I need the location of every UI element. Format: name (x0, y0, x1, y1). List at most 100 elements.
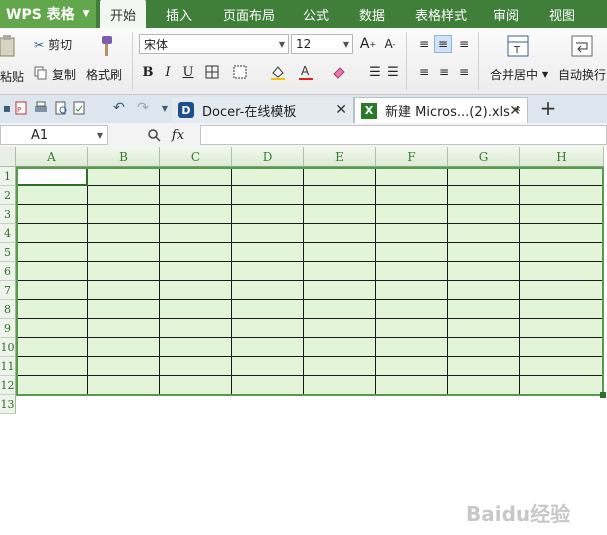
bold-button[interactable]: B (139, 63, 157, 81)
app-menu-button[interactable]: WPS 表格 ▼ (0, 0, 96, 28)
row-header-4[interactable]: 4 (0, 224, 16, 243)
cell-c1[interactable] (160, 167, 232, 186)
fx-icon[interactable]: fx (170, 127, 186, 143)
cell-d9[interactable] (232, 319, 304, 338)
cell-h6[interactable] (520, 262, 604, 281)
cell-g7[interactable] (448, 281, 520, 300)
cell-f1[interactable] (376, 167, 448, 186)
merge-center-button[interactable]: 合并居中 ▼ (490, 66, 548, 83)
paste-button-label[interactable]: 粘贴 (0, 68, 24, 85)
column-header-b[interactable]: B (88, 147, 160, 167)
cell-f9[interactable] (376, 319, 448, 338)
row-header-5[interactable]: 5 (0, 243, 16, 262)
tab-review[interactable]: 审阅 (484, 0, 528, 28)
cell-g9[interactable] (448, 319, 520, 338)
format-painter-icon[interactable] (94, 34, 116, 58)
cell-e1[interactable] (304, 167, 376, 186)
cell-g3[interactable] (448, 205, 520, 224)
cell-f10[interactable] (376, 338, 448, 357)
copy-button[interactable]: 复制 (34, 66, 76, 83)
cell-c11[interactable] (160, 357, 232, 376)
cell-d12[interactable] (232, 376, 304, 395)
cell-h1[interactable] (520, 167, 604, 186)
cell-c5[interactable] (160, 243, 232, 262)
doc-tab-docer[interactable]: D Docer-在线模板 ✕ (172, 97, 354, 123)
select-all-corner[interactable] (0, 147, 16, 167)
tab-view[interactable]: 视图 (540, 0, 584, 28)
cell-g12[interactable] (448, 376, 520, 395)
cell-a11[interactable] (16, 357, 88, 376)
cell-a1[interactable] (16, 167, 88, 186)
row-header-3[interactable]: 3 (0, 205, 16, 224)
align-top-icon[interactable]: ≡ (416, 36, 432, 52)
cell-e12[interactable] (304, 376, 376, 395)
cell-b4[interactable] (88, 224, 160, 243)
cell-b3[interactable] (88, 205, 160, 224)
cell-g10[interactable] (448, 338, 520, 357)
cell-g5[interactable] (448, 243, 520, 262)
font-color-icon[interactable]: A (297, 63, 315, 81)
cell-h12[interactable] (520, 376, 604, 395)
clear-format-icon[interactable] (329, 63, 347, 81)
cell-b9[interactable] (88, 319, 160, 338)
cell-e9[interactable] (304, 319, 376, 338)
cell-d4[interactable] (232, 224, 304, 243)
column-header-c[interactable]: C (160, 147, 232, 167)
row-header-7[interactable]: 7 (0, 281, 16, 300)
cell-c3[interactable] (160, 205, 232, 224)
cell-a7[interactable] (16, 281, 88, 300)
underline-button[interactable]: U (179, 63, 197, 81)
cell-h11[interactable] (520, 357, 604, 376)
cell-f11[interactable] (376, 357, 448, 376)
cell-f2[interactable] (376, 186, 448, 205)
row-header-13[interactable]: 13 (0, 395, 16, 414)
column-header-h[interactable]: H (520, 147, 604, 167)
tab-table-style[interactable]: 表格样式 (408, 0, 474, 28)
cell-g11[interactable] (448, 357, 520, 376)
cell-h9[interactable] (520, 319, 604, 338)
cell-c9[interactable] (160, 319, 232, 338)
close-icon[interactable]: ✕ (509, 103, 521, 119)
cell-c8[interactable] (160, 300, 232, 319)
cell-e7[interactable] (304, 281, 376, 300)
cell-d6[interactable] (232, 262, 304, 281)
cell-a9[interactable] (16, 319, 88, 338)
cell-a3[interactable] (16, 205, 88, 224)
decrease-font-icon[interactable]: A- (382, 36, 398, 52)
cell-a12[interactable] (16, 376, 88, 395)
cell-e2[interactable] (304, 186, 376, 205)
cell-e10[interactable] (304, 338, 376, 357)
cell-b10[interactable] (88, 338, 160, 357)
zoom-search-icon[interactable] (146, 127, 162, 143)
cell-h2[interactable] (520, 186, 604, 205)
cell-f4[interactable] (376, 224, 448, 243)
tab-home[interactable]: 开始 (100, 0, 146, 28)
increase-indent-icon[interactable]: ☰ (384, 63, 402, 81)
spellcheck-icon[interactable] (72, 101, 86, 115)
cell-f5[interactable] (376, 243, 448, 262)
export-pdf-icon[interactable]: P (14, 101, 28, 115)
cell-g1[interactable] (448, 167, 520, 186)
cut-button[interactable]: ✂ 剪切 (34, 36, 72, 53)
tab-page-layout[interactable]: 页面布局 (214, 0, 284, 28)
font-size-select[interactable]: 12 ▼ (291, 34, 353, 54)
paste-icon[interactable] (0, 34, 16, 58)
undo-icon[interactable]: ↶ (112, 100, 126, 116)
cell-d1[interactable] (232, 167, 304, 186)
fill-color-icon[interactable] (269, 63, 287, 81)
column-header-a[interactable]: A (16, 147, 88, 167)
formula-input[interactable] (200, 125, 607, 145)
fill-handle[interactable] (600, 392, 606, 398)
cell-b6[interactable] (88, 262, 160, 281)
cell-a5[interactable] (16, 243, 88, 262)
column-header-e[interactable]: E (304, 147, 376, 167)
cell-d7[interactable] (232, 281, 304, 300)
wrap-text-icon[interactable] (570, 34, 594, 58)
cell-f8[interactable] (376, 300, 448, 319)
cell-a2[interactable] (16, 186, 88, 205)
cell-f3[interactable] (376, 205, 448, 224)
cell-g6[interactable] (448, 262, 520, 281)
cell-a8[interactable] (16, 300, 88, 319)
cell-b8[interactable] (88, 300, 160, 319)
redo-icon[interactable]: ↷ (136, 100, 150, 116)
